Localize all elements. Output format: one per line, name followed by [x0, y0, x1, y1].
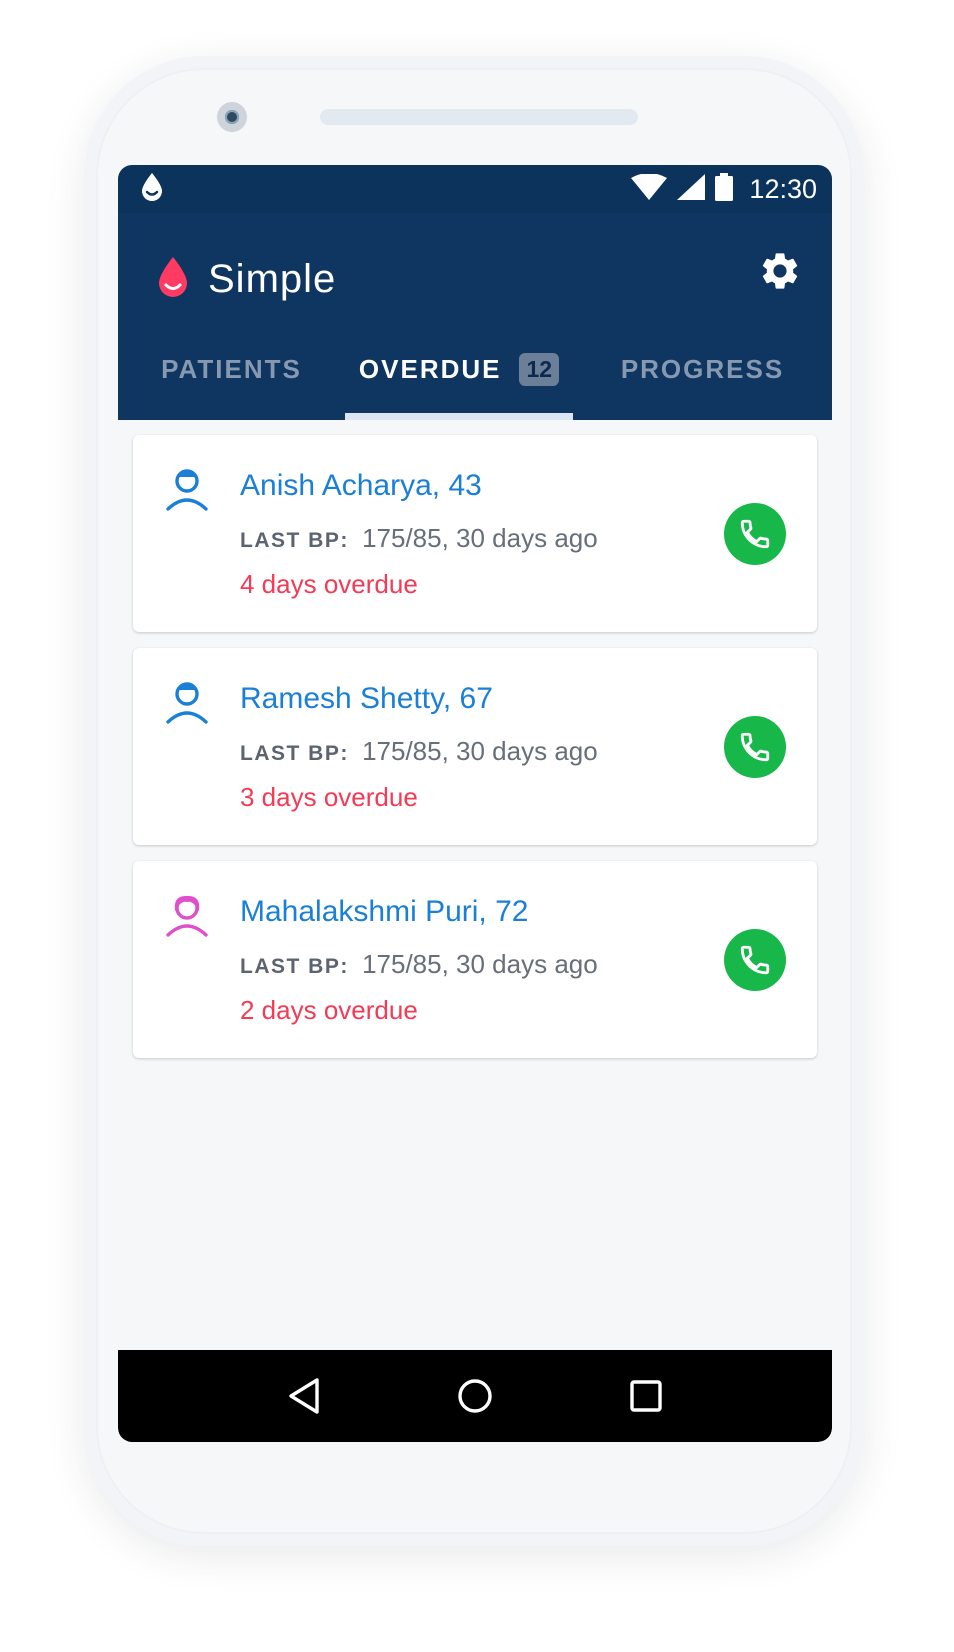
earpiece-speaker [320, 109, 638, 125]
tab-label: PATIENTS [161, 353, 302, 384]
patient-card[interactable]: Ramesh Shetty, 67 LAST BP: 175/85, 30 da… [133, 648, 817, 845]
phone-screen: 12:30 Simple PATIENTS OVERDUE 12 PROGRES… [118, 165, 832, 1442]
tab-patients[interactable]: PATIENTS [118, 318, 345, 420]
drop-icon [140, 172, 164, 207]
settings-gear-icon[interactable] [758, 249, 802, 293]
overdue-status: 2 days overdue [240, 995, 418, 1025]
tab-label: OVERDUE [358, 353, 502, 384]
status-indicators: 12:30 [631, 172, 817, 206]
last-bp: LAST BP: 175/85, 30 days ago [240, 736, 598, 767]
wifi-icon [631, 172, 668, 205]
app-title: Simple [208, 257, 337, 301]
last-bp: LAST BP: 175/85, 30 days ago [240, 523, 598, 554]
status-bar: 12:30 [118, 165, 832, 213]
app-brand: Simple [156, 255, 336, 304]
male-patient-icon [163, 465, 211, 513]
last-bp-label: LAST BP: [240, 742, 349, 765]
tab-label: PROGRESS [620, 353, 785, 384]
overdue-status: 4 days overdue [240, 569, 418, 599]
phone-icon [740, 519, 770, 549]
home-icon[interactable] [453, 1374, 497, 1418]
clock-time: 12:30 [749, 173, 817, 204]
overdue-status: 3 days overdue [240, 782, 418, 812]
phone-icon [740, 945, 770, 975]
battery-icon [715, 172, 734, 206]
app-bar: Simple PATIENTS OVERDUE 12 PROGRESS [118, 213, 832, 420]
patient-name[interactable]: Anish Acharya, 43 [240, 469, 482, 503]
call-button[interactable] [724, 929, 786, 991]
system-nav-bar [118, 1350, 832, 1442]
call-button[interactable] [724, 716, 786, 778]
signal-icon [677, 173, 706, 205]
tab-bar: PATIENTS OVERDUE 12 PROGRESS [118, 318, 832, 420]
call-button[interactable] [724, 503, 786, 565]
male-patient-icon [163, 678, 211, 726]
recents-icon[interactable] [624, 1374, 668, 1418]
simple-logo-icon [156, 255, 190, 304]
tab-overdue[interactable]: OVERDUE 12 [345, 318, 573, 420]
last-bp-label: LAST BP: [240, 955, 349, 978]
patient-name[interactable]: Ramesh Shetty, 67 [240, 682, 493, 716]
patient-name[interactable]: Mahalakshmi Puri, 72 [240, 895, 528, 929]
patient-card[interactable]: Mahalakshmi Puri, 72 LAST BP: 175/85, 30… [133, 861, 817, 1058]
overdue-patient-list: Anish Acharya, 43 LAST BP: 175/85, 30 da… [118, 420, 832, 1058]
front-camera [217, 102, 247, 132]
overdue-count-badge: 12 [519, 352, 560, 386]
last-bp: LAST BP: 175/85, 30 days ago [240, 949, 598, 980]
female-patient-icon [163, 891, 211, 939]
last-bp-label: LAST BP: [240, 529, 349, 552]
phone-icon [740, 732, 770, 762]
last-bp-value: 175/85, 30 days ago [362, 736, 598, 766]
tab-progress[interactable]: PROGRESS [573, 318, 832, 420]
patient-card[interactable]: Anish Acharya, 43 LAST BP: 175/85, 30 da… [133, 435, 817, 632]
last-bp-value: 175/85, 30 days ago [362, 523, 598, 553]
back-icon[interactable] [282, 1374, 326, 1418]
last-bp-value: 175/85, 30 days ago [362, 949, 598, 979]
